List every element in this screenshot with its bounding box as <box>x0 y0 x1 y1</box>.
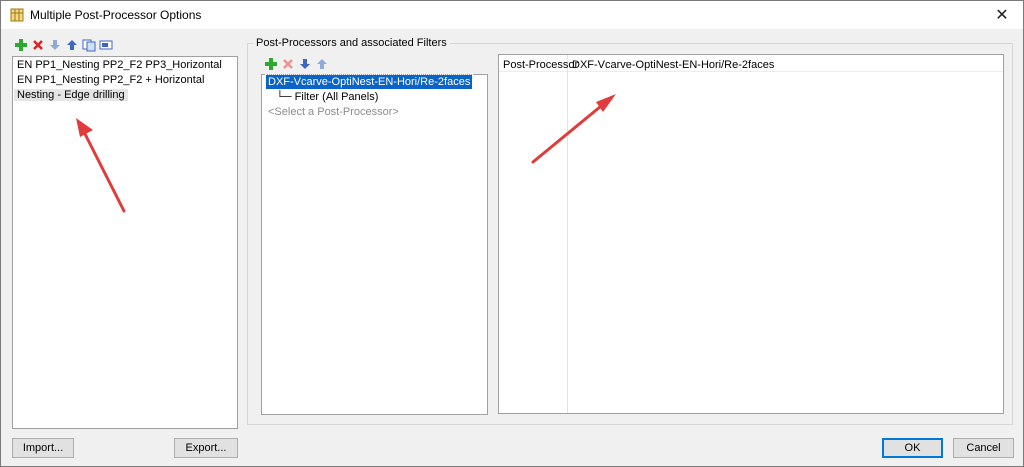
tree-branch-glyph: └─ <box>276 91 292 103</box>
tree-item-selected[interactable]: DXF-Vcarve-OptiNest-EN-Hori/Re-2faces <box>264 74 474 90</box>
title-bar: Multiple Post-Processor Options ✕ <box>1 1 1023 29</box>
close-icon[interactable]: ✕ <box>987 3 1017 27</box>
add-icon[interactable] <box>14 38 28 52</box>
post-processor-tree[interactable]: DXF-Vcarve-OptiNest-EN-Hori/Re-2faces └─… <box>261 74 488 415</box>
import-button[interactable]: Import... <box>12 438 74 458</box>
middle-toolbar <box>264 57 329 71</box>
list-item[interactable]: EN PP1_Nesting PP2_F2 PP3_Horizontal <box>17 59 222 71</box>
cancel-button[interactable]: Cancel <box>953 438 1014 458</box>
group-label: Post-Processors and associated Filters <box>253 37 450 49</box>
app-icon <box>10 8 24 22</box>
ok-button[interactable]: OK <box>882 438 943 458</box>
window-title: Multiple Post-Processor Options <box>30 8 202 22</box>
dialog-window: Multiple Post-Processor Options ✕ EN PP1… <box>0 0 1024 467</box>
move-down-icon[interactable] <box>298 57 312 71</box>
copy-icon[interactable] <box>82 38 96 52</box>
export-button[interactable]: Export... <box>174 438 238 458</box>
rename-icon[interactable] <box>99 38 113 52</box>
tree-placeholder[interactable]: <Select a Post-Processor> <box>268 106 399 118</box>
move-down-icon[interactable] <box>48 38 62 52</box>
add-icon[interactable] <box>264 57 278 71</box>
property-name: Post-Processor <box>503 59 579 71</box>
list-item-selected[interactable]: Nesting - Edge drilling <box>14 89 128 101</box>
property-row-divider <box>499 71 1003 72</box>
property-value[interactable]: DXF-Vcarve-OptiNest-EN-Hori/Re-2faces <box>572 59 774 71</box>
left-toolbar <box>14 38 113 52</box>
tree-child-label: Filter (All Panels) <box>294 91 379 103</box>
tree-item-label: DXF-Vcarve-OptiNest-EN-Hori/Re-2faces <box>264 74 474 90</box>
list-item[interactable]: EN PP1_Nesting PP2_F2 + Horizontal <box>17 74 204 86</box>
delete-icon[interactable] <box>31 38 45 52</box>
move-up-icon[interactable] <box>315 57 329 71</box>
property-grid[interactable]: Post-Processor DXF-Vcarve-OptiNest-EN-Ho… <box>498 54 1004 414</box>
post-processor-sets-list[interactable]: EN PP1_Nesting PP2_F2 PP3_Horizontal EN … <box>12 56 238 429</box>
property-column-divider <box>567 55 568 413</box>
delete-icon[interactable] <box>281 57 295 71</box>
tree-child-item[interactable]: └─ Filter (All Panels) <box>276 91 378 103</box>
move-up-icon[interactable] <box>65 38 79 52</box>
